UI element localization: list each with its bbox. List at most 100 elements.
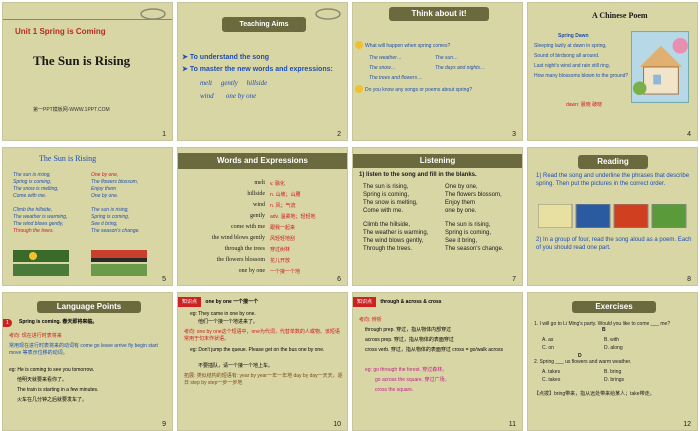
vocab-word: gently [250, 213, 265, 219]
exercise-answer-2: D [578, 353, 582, 359]
song-line: The flowers blossom, [91, 179, 139, 185]
slide-heading: Think about it! [389, 7, 489, 21]
blank-line: The sun is rising, [445, 222, 491, 228]
slide-heading: The Sun is Rising [39, 154, 97, 163]
slide-heading: Exercises [572, 301, 656, 313]
vocab-meaning: n. 风；气流 [270, 203, 296, 209]
answer-trees-flowers: The trees and flowers… [369, 75, 423, 81]
song-line: One by one, [91, 172, 119, 178]
song-line: Come with me. [13, 193, 47, 199]
vocab-meaning: adv. 温柔地；轻轻地 [270, 214, 316, 220]
option: B. with [604, 337, 620, 343]
slide-thumbnail-8[interactable]: Reading 1) Read the song and underline t… [527, 147, 698, 286]
question-1: What will happen when spring comes? [365, 43, 451, 49]
example-2: The train is starting in a few minutes. [17, 387, 99, 393]
blank-line: The sun is rising, [363, 184, 409, 190]
slide-thumbnail-5[interactable]: The Sun is Rising The sun is rising, Spr… [2, 147, 173, 286]
vocab-meaning: n. 山坡；山腰 [270, 192, 301, 198]
slide-thumbnail-11[interactable]: 知识点 through & across & cross 考向: 辨析 thro… [352, 292, 523, 431]
song-line: Spring is coming, [91, 214, 130, 220]
slide-number: 12 [683, 421, 691, 428]
language-point: Spring is coming. 春天即将来临。 [19, 319, 98, 325]
slide-heading: A Chinese Poem [592, 11, 648, 20]
blank-line: See it bring, [445, 238, 478, 244]
words-row-1: melt gently hillside [200, 79, 267, 87]
option: B. bring [604, 369, 622, 375]
blank-line: The snow is melting, [363, 200, 418, 206]
slide-number: 8 [687, 276, 691, 283]
song-line: The sun is rising, [91, 207, 129, 213]
example-2: eg: Don't jump the queue. Please get on … [190, 347, 325, 353]
song-line: Through the trees. [13, 228, 54, 234]
reading-task-2: 2) In a group of four, read the song alo… [536, 237, 692, 251]
answer-snow: The snow… [369, 65, 396, 71]
exercise-hint: 【点拨】bring带来，指从远处带来给某人；take带走。 [534, 391, 655, 397]
slide-title: The Sun is Rising [33, 53, 131, 68]
slide-thumbnail-7[interactable]: Listening 1) listen to the song and fill… [352, 147, 523, 286]
field-photo-icon [91, 264, 147, 276]
vocab-meaning: 跟我一起来 [270, 225, 296, 231]
word-gently: gently [220, 79, 238, 87]
example-1-translation: 他明天就要来看你了。 [17, 377, 68, 383]
example-1: eg: He is coming to see you tomorrow. [9, 367, 95, 373]
example-2-translation: 火车在几分钟之后就要发车了。 [17, 397, 88, 403]
slide-thumbnail-10[interactable]: 知识点 one by one 一个接一个 eg: They came in on… [177, 292, 348, 431]
poem-line-1: Sleeping lazily at dawn in spring, [534, 43, 607, 49]
slide-thumbnail-9[interactable]: Language Points 1 Spring is coming. 春天即将… [2, 292, 173, 431]
slide-number: 6 [337, 276, 341, 283]
exam-focus: 考向: 辨析 [359, 317, 382, 323]
def-through: through prep. 穿过，指从物体内部穿过 [365, 327, 452, 333]
slide-number: 5 [162, 276, 166, 283]
def-across: across prep. 穿过，指从物体的表面穿过 [365, 337, 454, 343]
blank-line: Through the trees. [363, 246, 413, 252]
song-line: Spring is coming, [13, 179, 52, 185]
example-1-translation: 他们一个接一个地进来了。 [198, 319, 259, 325]
example-1: eg: go through the forest. 穿过森林。 [365, 367, 448, 373]
example-3: cross the square. [375, 387, 414, 393]
vocab-meaning: v. 融化 [270, 181, 285, 187]
extension-note: 拓展: 类似结构的短语有: year by year一年一年地 day by d… [184, 373, 343, 386]
slide-number: 11 [508, 421, 516, 428]
option: C. takes [542, 377, 561, 383]
house-illustration-icon [631, 31, 689, 103]
word-hillside: hillside [246, 79, 268, 87]
blank-line: Climb the hillside, [363, 222, 411, 228]
vocab-word: through the trees [224, 246, 265, 252]
point-header: 知识点 through & across & cross [353, 297, 442, 307]
point-tag: 知识点 [353, 297, 377, 307]
slide-thumbnail-4[interactable]: A Chinese Poem Spring Dawn Sleeping lazi… [527, 2, 698, 141]
picture-order-icons [538, 204, 687, 228]
slide-number: 4 [687, 131, 691, 138]
song-line: One by one. [91, 193, 119, 199]
song-line: See it bring, [91, 221, 118, 227]
answer-weather: The weather… [369, 55, 402, 61]
slide-number: 1 [162, 131, 166, 138]
option: A. as [542, 337, 554, 343]
words-row-2: wind one by one [200, 92, 256, 100]
aim-1: ➤ To understand the song [182, 54, 270, 61]
song-line: The wind blows gently, [13, 221, 64, 227]
vocab-meaning: 花儿开放 [270, 258, 291, 264]
poem-text: Spring Dawn Sleeping lazily at dawn in s… [534, 31, 628, 81]
slide-thumbnail-3[interactable]: Think about it! What will happen when sp… [352, 2, 523, 141]
answer-sun: The sun… [435, 55, 459, 61]
slide-thumbnail-2[interactable]: Teaching Aims ➤ To understand the song ➤… [177, 2, 348, 141]
def-cross: cross verb. 穿过，指从物体的表面穿过 cross = go/walk… [365, 347, 503, 353]
slide-heading: Reading [578, 155, 648, 169]
vocab-word: come with me [231, 224, 265, 230]
blank-line: Spring is coming, [445, 230, 492, 236]
option: A. takes [542, 369, 561, 375]
slide-number: 3 [512, 131, 516, 138]
song-line: The sun is rising, [13, 172, 51, 178]
slide-thumbnail-6[interactable]: Words and Expressions melt v. 融化 hillsid… [177, 147, 348, 286]
slide-thumbnail-1[interactable]: Unit 1 Spring is Coming The Sun is Risin… [2, 2, 173, 141]
slide-heading: Language Points [37, 301, 141, 313]
blank-line: The flowers blossom, [445, 192, 502, 198]
poem-line-4: How many blossoms blown to the ground? [534, 73, 629, 79]
slide-thumbnail-12[interactable]: Exercises 1. I will go to Li Ming's part… [527, 292, 698, 431]
poem-line-2: Sound of birdsong all around. [534, 53, 600, 59]
song-line: Enjoy them [91, 186, 117, 192]
poem-title: Spring Dawn [558, 33, 589, 39]
footer-text: 第一PPT模板网-WWW.1PPT.COM [33, 107, 110, 113]
